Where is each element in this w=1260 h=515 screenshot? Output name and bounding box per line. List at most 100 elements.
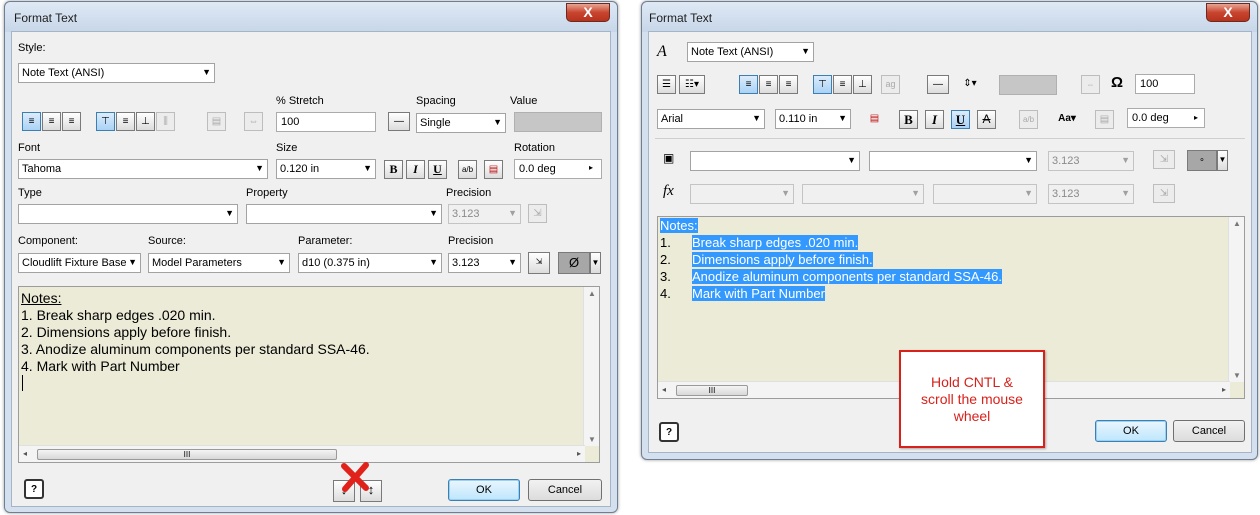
stretch-text-icon[interactable]: ⇔ [244,112,263,131]
insert-property-icon[interactable]: ⇲ [1153,184,1175,203]
stretch-input[interactable]: 100 [1135,74,1195,94]
line-icon[interactable]: — [388,112,410,131]
symbol-button[interactable]: ∘ [1187,150,1217,171]
parameter-dropdown[interactable]: ▼ [869,151,1037,171]
cancel-button[interactable]: Cancel [1173,420,1245,442]
cancel-button[interactable]: Cancel [528,479,602,501]
fit-text-icon[interactable]: ▤ [207,112,226,131]
insert-parameter-icon[interactable]: ⇲ [528,252,550,274]
chevron-down-icon: ▼ [838,113,847,123]
type-dropdown[interactable]: ▼ [690,184,794,204]
scroll-right-icon[interactable]: ▸ [1222,385,1226,394]
italic-button[interactable]: I [406,160,425,179]
insert-parameter-icon[interactable]: ⇲ [1153,150,1175,169]
close-button[interactable]: X [1206,3,1250,22]
stack-fraction-icon[interactable]: a/b [1019,110,1038,129]
parameter-dropdown[interactable]: d10 (0.375 in) ▼ [298,253,442,273]
bold-button[interactable]: B [384,160,403,179]
underline-button[interactable]: U [951,110,970,129]
scroll-down-icon[interactable]: ▼ [1233,371,1241,380]
scroll-thumb[interactable]: III [676,385,748,396]
align-right-button[interactable]: ≡ [779,75,798,94]
align-top-button[interactable]: ⊤ [96,112,115,131]
ok-button[interactable]: OK [1095,420,1167,442]
vertical-scrollbar[interactable]: ▲ ▼ [583,287,599,446]
text-color-icon[interactable]: ▤ [484,160,503,179]
scroll-left-icon[interactable]: ◂ [662,385,666,394]
spacing-dropdown[interactable]: Single ▼ [416,113,506,133]
format-text-dialog-old: Format Text X Style: Note Text (ANSI) ▼ %… [4,1,618,513]
align-bottom-button[interactable]: ⊥ [136,112,155,131]
scroll-left-icon[interactable]: ◂ [23,449,27,458]
align-middle-button[interactable]: ≡ [116,112,135,131]
font-dropdown[interactable]: Arial ▼ [657,109,765,129]
property-dropdown[interactable]: ▼ [802,184,924,204]
align-bottom-button[interactable]: ⊥ [853,75,872,94]
stretch-input[interactable]: 100 [276,112,376,132]
property-dropdown[interactable]: ▼ [246,204,442,224]
title-bar[interactable]: Format Text X [5,2,617,32]
align-left-button[interactable]: ≡ [22,112,41,131]
bullets-button[interactable]: ☰ [657,75,676,94]
scroll-up-icon[interactable]: ▲ [1233,219,1241,228]
stretch-text-icon[interactable]: ⇔ [1081,75,1100,94]
rotation-spin-arrow[interactable]: ▸ [589,163,593,172]
component-dropdown[interactable]: Cloudlift Fixture Base ▼ [18,253,141,273]
precision-dropdown[interactable]: 3.123 ▼ [448,204,521,224]
stack-fraction-icon[interactable]: a/b [458,160,477,179]
align-center-button[interactable]: ≡ [42,112,61,131]
align-middle-button[interactable]: ≡ [833,75,852,94]
scroll-right-icon[interactable]: ▸ [577,449,581,458]
scroll-down-icon[interactable]: ▼ [588,435,596,444]
align-top-button[interactable]: ⊤ [813,75,832,94]
strikethrough-button[interactable]: A [977,110,996,129]
horizontal-scrollbar[interactable]: ◂ III ▸ [19,445,585,462]
type-dropdown[interactable]: ▼ [18,204,238,224]
source-label: Source: [148,235,186,247]
text-editor[interactable]: Notes: 1. Break sharp edges .020 min. 2.… [18,286,600,463]
value-input[interactable] [514,112,602,132]
size-dropdown[interactable]: 0.110 in ▼ [775,109,851,129]
value-input[interactable] [999,75,1057,95]
precision-dropdown[interactable]: 3.123 ▼ [1048,151,1134,171]
numbering-button[interactable]: ☷▾ [679,75,705,94]
close-button[interactable]: X [566,3,610,22]
precision2-dropdown[interactable]: 3.123 ▼ [448,253,521,273]
note-line-2: 2. Dimensions apply before finish. [21,324,232,340]
align-left-button[interactable]: ≡ [739,75,758,94]
scroll-thumb[interactable]: III [37,449,337,460]
source-dropdown[interactable]: ▼ [933,184,1037,204]
title-bar[interactable]: Format Text X [642,2,1257,32]
case-icon[interactable]: Aa▾ [1053,110,1081,129]
insert-property-icon[interactable]: ⇲ [528,204,547,223]
align-center-button[interactable]: ≡ [759,75,778,94]
symbol-dropdown-arrow[interactable]: ▼ [590,252,601,274]
ok-button[interactable]: OK [448,479,520,501]
fit-text-icon-2[interactable]: ▤ [1095,110,1114,129]
line-spacing-icon[interactable]: ⇕▾ [957,75,983,94]
underline-button[interactable]: U [428,160,447,179]
property-label: Property [246,187,288,199]
help-button[interactable]: ? [24,479,44,499]
align-right-button[interactable]: ≡ [62,112,81,131]
font-dropdown[interactable]: Tahoma ▼ [18,159,268,179]
italic-button[interactable]: I [925,110,944,129]
symbol-button[interactable]: Ø [558,252,590,274]
size-dropdown[interactable]: 0.120 in ▼ [276,159,376,179]
text-color-icon[interactable]: ▤ [865,110,884,129]
chevron-down-icon: ▼ [1024,155,1033,165]
rotation-spin-arrow[interactable]: ▸ [1194,113,1198,122]
symbol-dropdown-arrow[interactable]: ▼ [1217,150,1228,171]
vertical-scrollbar[interactable]: ▲ ▼ [1228,217,1244,382]
bold-button[interactable]: B [899,110,918,129]
precision2-dropdown[interactable]: 3.123 ▼ [1048,184,1134,204]
source-dropdown[interactable]: Model Parameters ▼ [148,253,290,273]
component-dropdown[interactable]: ▼ [690,151,860,171]
line-icon[interactable]: — [927,75,949,94]
style-dropdown[interactable]: Note Text (ANSI) ▼ [687,42,814,62]
fit-text-icon[interactable]: ag [881,75,900,94]
scroll-up-icon[interactable]: ▲ [588,289,596,298]
help-button[interactable]: ? [659,422,679,442]
style-dropdown[interactable]: Note Text (ANSI) ▼ [18,63,215,83]
line-spacing-icon[interactable]: ⫼ [156,112,175,131]
